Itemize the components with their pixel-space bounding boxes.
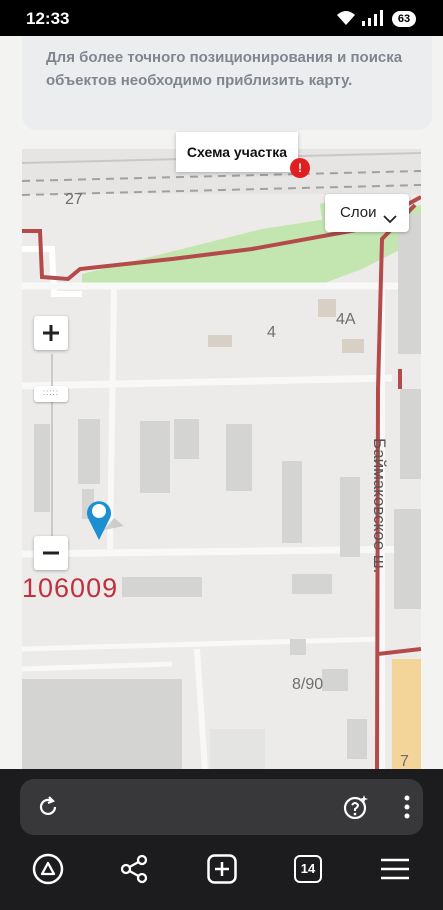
- info-message: Для более точного позиционирования и пои…: [46, 49, 403, 89]
- status-bar: 12:33 63: [0, 0, 443, 36]
- new-tab-icon[interactable]: [206, 853, 238, 890]
- plus-icon: [43, 325, 59, 341]
- address-bar[interactable]: [20, 779, 423, 835]
- layers-button-label: Слои: [340, 204, 377, 221]
- map-label-8-90: 8/90: [292, 676, 324, 693]
- map-label-4: 4: [267, 324, 276, 341]
- map-label-7: 7: [400, 753, 409, 769]
- map-label-27: 27: [65, 191, 83, 208]
- minus-icon: [43, 551, 59, 555]
- ai-assistant-icon[interactable]: [342, 793, 370, 826]
- tabs-counter-button[interactable]: 14: [294, 855, 322, 883]
- zoom-slider-handle[interactable]: :::::: [34, 386, 68, 402]
- layers-button[interactable]: Слои: [325, 194, 409, 232]
- map-tooltip[interactable]: Схема участка: [176, 132, 298, 172]
- share-icon[interactable]: [119, 853, 149, 890]
- hamburger-menu-icon[interactable]: [379, 853, 411, 890]
- zoom-slider-track[interactable]: [51, 354, 53, 536]
- info-message-box: Для более точного позиционирования и пои…: [22, 36, 432, 130]
- cadastral-number-label: 106009: [22, 573, 119, 603]
- wifi-icon: [336, 10, 356, 31]
- location-pin-icon[interactable]: [84, 496, 124, 551]
- chevron-down-icon: [383, 203, 397, 241]
- more-menu-icon[interactable]: [404, 795, 410, 824]
- zoom-in-button[interactable]: [34, 316, 68, 350]
- status-time: 12:33: [26, 9, 70, 28]
- battery-indicator: 63: [392, 11, 416, 27]
- alert-badge: !: [290, 158, 310, 178]
- bottom-nav: 14: [0, 849, 443, 909]
- signal-icon: [360, 10, 386, 31]
- zoom-out-button[interactable]: [34, 536, 68, 570]
- map-label-4a: 4А: [336, 311, 356, 328]
- map-canvas: [22, 149, 421, 769]
- browser-toolbar: 14: [0, 769, 443, 910]
- street-label: Баймаковское ш.: [370, 438, 389, 574]
- reload-icon[interactable]: [36, 795, 60, 824]
- home-browser-icon[interactable]: [32, 853, 64, 890]
- page-content: Для более точного позиционирования и пои…: [0, 36, 443, 769]
- cadastral-map[interactable]: 27 4 4А 8/90 7: [22, 149, 421, 769]
